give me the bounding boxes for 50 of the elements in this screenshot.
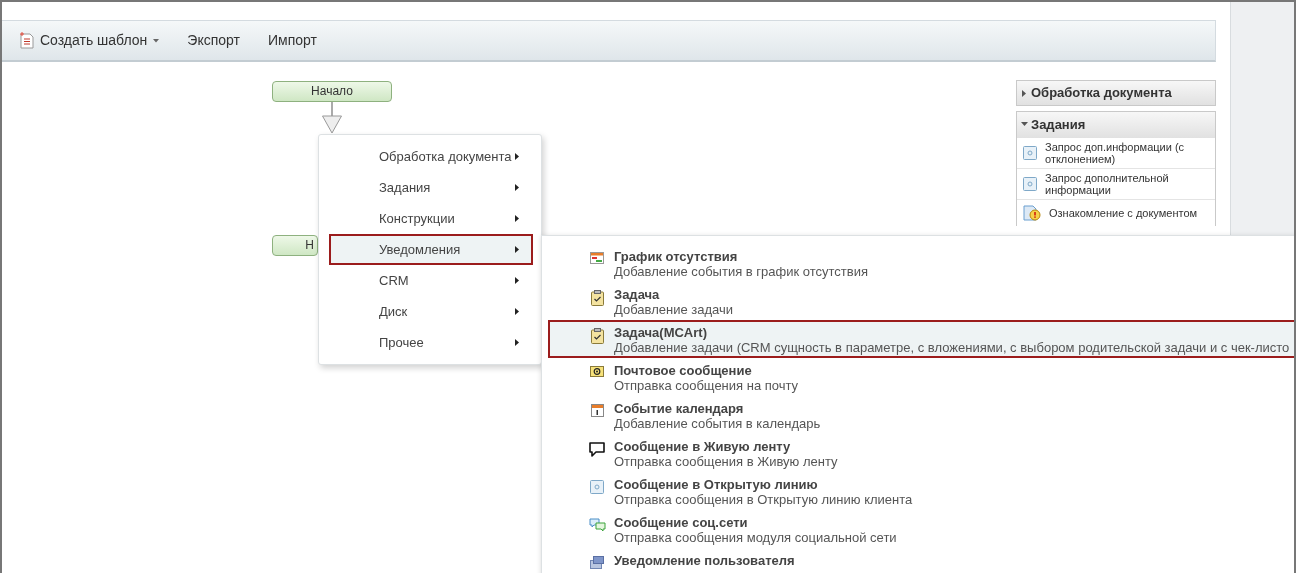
submenu-arrow-icon bbox=[515, 246, 519, 253]
menu-item[interactable]: Задача Добавление задачи bbox=[548, 282, 1294, 320]
palette-item[interactable]: Ознакомление с документом bbox=[1017, 200, 1215, 226]
submenu-arrow-icon bbox=[515, 339, 519, 346]
menu-item[interactable]: CRM bbox=[329, 265, 533, 296]
submenu-arrow-icon bbox=[515, 184, 519, 191]
menu-item[interactable]: Сообщение в Живую ленту Отправка сообщения в Живую ленту bbox=[548, 434, 1294, 472]
block-icon bbox=[1023, 177, 1037, 191]
block-icon bbox=[590, 480, 604, 494]
notification-icon bbox=[590, 556, 604, 569]
speech-bubble-icon bbox=[589, 442, 605, 457]
clipboard-check-icon bbox=[590, 290, 604, 306]
toolbar-button[interactable]: Импорт bbox=[267, 30, 317, 51]
submenu-arrow-icon bbox=[515, 277, 519, 284]
flow-node[interactable]: Н bbox=[272, 235, 318, 256]
section-header[interactable]: Задания bbox=[1017, 112, 1215, 138]
template-icon bbox=[20, 32, 34, 49]
menu-item[interactable]: Сообщение соц.сети Отправка сообщения модуля социальной сети bbox=[548, 510, 1294, 548]
section-header[interactable]: Обработка документа bbox=[1016, 80, 1216, 106]
menu-item[interactable]: Событие календаря Добавление события в календарь bbox=[548, 396, 1294, 434]
flow-node[interactable]: Начало bbox=[272, 81, 392, 102]
connector-arrow bbox=[321, 102, 343, 134]
dropdown-button[interactable]: Создать шаблон bbox=[20, 30, 160, 51]
caret-icon bbox=[153, 38, 160, 43]
clipboard-check-icon bbox=[590, 328, 604, 344]
block-icon bbox=[1023, 146, 1037, 160]
menu-item[interactable]: Сообщение в Открытую линию Отправка сообщения в Открытую линию клиента bbox=[548, 472, 1294, 510]
palette-item[interactable]: Запрос дополнительной информации bbox=[1017, 169, 1215, 200]
toolbar-button[interactable]: Экспорт bbox=[187, 30, 240, 51]
schedule-icon bbox=[590, 252, 604, 264]
menu-item[interactable]: Уведомление пользователя bbox=[548, 548, 1294, 573]
menu-item[interactable]: Почтовое сообщение Отправка сообщения на почту bbox=[548, 358, 1294, 396]
at-sign-icon bbox=[590, 366, 604, 377]
menu-item[interactable]: График отсутствия Добавление события в график отсутствия bbox=[548, 244, 1294, 282]
submenu-arrow-icon bbox=[515, 153, 519, 160]
menu-item[interactable]: Прочее bbox=[329, 327, 533, 358]
menu-item[interactable]: Диск bbox=[329, 296, 533, 327]
menu-item[interactable]: Уведомления bbox=[329, 234, 533, 265]
chat-bubbles-icon bbox=[588, 518, 606, 532]
collapse-caret-icon bbox=[1021, 121, 1028, 129]
document-warning-icon bbox=[1023, 205, 1041, 221]
menu-item[interactable]: Задача(MCArt) Добавление задачи (CRM сущность в параметре, с вложениями, с выбором родительской задачи и с чек-листо bbox=[548, 320, 1294, 358]
menu-item[interactable]: Конструкции bbox=[329, 203, 533, 234]
palette-item[interactable]: Запрос доп.информации (с отклонением) bbox=[1017, 138, 1215, 169]
menu-item[interactable]: Задания bbox=[329, 172, 533, 203]
submenu-arrow-icon bbox=[515, 308, 519, 315]
submenu-arrow-icon bbox=[515, 215, 519, 222]
calendar-icon bbox=[590, 404, 604, 417]
expand-caret-icon bbox=[1021, 89, 1028, 97]
menu-item[interactable]: Обработка документа bbox=[329, 141, 533, 172]
